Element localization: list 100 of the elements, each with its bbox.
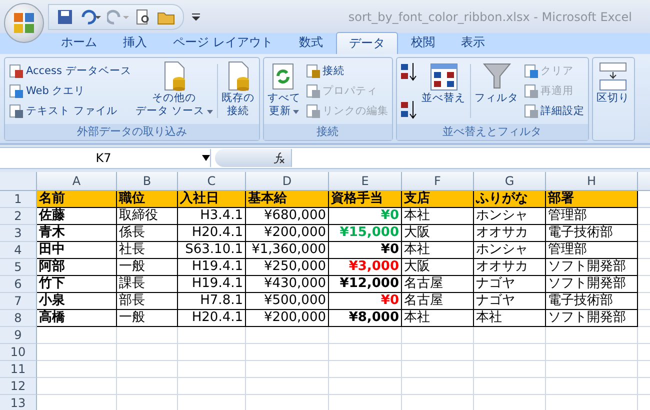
table-cell: ¥200,000 [246, 225, 329, 242]
ribbon-tab[interactable]: 数式 [286, 31, 336, 54]
ribbon-command[interactable]: テキスト ファイル [8, 102, 132, 120]
table-cell: 課長 [117, 276, 178, 293]
command-icon [304, 63, 321, 79]
table-cell: H3.4.1 [178, 208, 246, 225]
table-cell: ¥1,360,000 [246, 242, 329, 259]
column-header[interactable]: D [246, 172, 329, 191]
table-cell: 係長 [117, 225, 178, 242]
empty-cell [474, 361, 546, 378]
sort-ascending-icon[interactable] [400, 62, 418, 82]
table-cell: H19.4.1 [178, 259, 246, 276]
ribbon-large-command[interactable]: すべて 更新 [266, 60, 302, 122]
ribbon-command[interactable]: Web クエリ [8, 82, 132, 100]
row-header[interactable]: 4 [0, 242, 37, 259]
table-cell: ¥0 [329, 293, 402, 310]
command-icon [522, 103, 539, 119]
table-cell: 佐藤 [37, 208, 117, 225]
table-cell: 名古屋 [402, 276, 474, 293]
table-cell: 一般 [117, 310, 178, 327]
ribbon-tab[interactable]: ページ レイアウト [160, 31, 286, 54]
table-cell: 大阪 [402, 259, 474, 276]
ribbon-command[interactable]: Access データベース [8, 62, 132, 80]
group-label: 外部データの取り込み [5, 124, 259, 140]
columns-icon [598, 60, 628, 92]
ribbon-large-command[interactable]: 既存の 接続 [220, 60, 256, 122]
row-header[interactable]: 13 [0, 395, 37, 410]
table-cell: ¥500,000 [246, 293, 329, 310]
table-cell: 本社 [402, 310, 474, 327]
table-cell: 一般 [117, 259, 178, 276]
table-cell: 小泉 [37, 293, 117, 310]
table-cell: S63.10.1 [178, 242, 246, 259]
ribbon-command[interactable]: 接続 [304, 62, 389, 80]
ribbon-tab[interactable]: 挿入 [110, 31, 160, 54]
row-header[interactable]: 12 [0, 378, 37, 395]
table-cell: 青木 [37, 225, 117, 242]
ribbon-tab[interactable]: データ [336, 32, 398, 54]
table-cell: ¥250,000 [246, 259, 329, 276]
group-label: 並べ替えとフィルタ [396, 124, 588, 140]
empty-cell [474, 344, 546, 361]
empty-cell [117, 361, 178, 378]
row-header[interactable]: 10 [0, 344, 37, 361]
table-cell: 管理部 [546, 208, 638, 225]
save-icon[interactable] [57, 8, 73, 24]
column-header[interactable]: G [474, 172, 546, 191]
row-header[interactable]: 1 [0, 191, 37, 208]
table-cell: ナゴヤ [474, 293, 546, 310]
row-header[interactable]: 5 [0, 259, 37, 276]
column-header[interactable]: H [546, 172, 638, 191]
empty-cell [178, 361, 246, 378]
table-cell: ¥430,000 [246, 276, 329, 293]
table-cell: 支店 [402, 191, 474, 208]
column-header[interactable]: A [37, 172, 117, 191]
column-header[interactable]: F [402, 172, 474, 191]
undo-icon[interactable] [79, 8, 101, 24]
table-cell: ふりがな [474, 191, 546, 208]
function-icon[interactable] [273, 152, 285, 164]
table-cell: H20.4.1 [178, 310, 246, 327]
ribbon-tab[interactable]: ホーム [48, 31, 110, 54]
ribbon-tab[interactable]: 校閲 [398, 31, 448, 54]
empty-cell [402, 327, 474, 344]
empty-cell [117, 327, 178, 344]
sort-descending-icon[interactable] [400, 100, 418, 120]
table-cell: ¥3,000 [329, 259, 402, 276]
ribbon-large-command[interactable]: その他の データ ソース [134, 60, 214, 122]
column-header[interactable]: B [117, 172, 178, 191]
row-header[interactable]: 6 [0, 276, 37, 293]
table-cell: ¥0 [329, 242, 402, 259]
empty-cell [474, 378, 546, 395]
ribbon-command[interactable]: 詳細設定 [522, 102, 585, 120]
ribbon-large-command[interactable]: フィルタ [474, 60, 520, 122]
print-preview-icon[interactable] [135, 8, 151, 24]
customize-dropdown-icon[interactable] [192, 12, 200, 20]
ribbon-large-command[interactable]: 並べ替え [420, 60, 467, 122]
ribbon-tab[interactable]: 表示 [448, 31, 498, 54]
command-icon [522, 83, 539, 99]
table-cell: ソフト開発部 [546, 276, 638, 293]
table-cell: ¥8,000 [329, 310, 402, 327]
row-header[interactable]: 7 [0, 293, 37, 310]
empty-cell [178, 327, 246, 344]
command-icon [304, 103, 321, 119]
row-header[interactable]: 11 [0, 361, 37, 378]
table-cell: ¥15,000 [329, 225, 402, 242]
empty-cell [402, 344, 474, 361]
column-header[interactable]: C [178, 172, 246, 191]
empty-cell [178, 344, 246, 361]
row-header[interactable]: 2 [0, 208, 37, 225]
column-header[interactable]: E [329, 172, 402, 191]
table-cell: H7.8.1 [178, 293, 246, 310]
row-header[interactable]: 9 [0, 327, 37, 344]
table-cell: 名前 [37, 191, 117, 208]
table-cell: 高橋 [37, 310, 117, 327]
row-header[interactable]: 3 [0, 225, 37, 242]
ribbon-large-command[interactable]: 区切り [596, 60, 631, 138]
table-cell: ソフト開発部 [546, 310, 638, 327]
table-cell: 本社 [474, 310, 546, 327]
table-cell: 本社 [402, 242, 474, 259]
group-label: 接続 [264, 124, 392, 140]
row-header[interactable]: 8 [0, 310, 37, 327]
table-cell: ¥200,000 [246, 310, 329, 327]
